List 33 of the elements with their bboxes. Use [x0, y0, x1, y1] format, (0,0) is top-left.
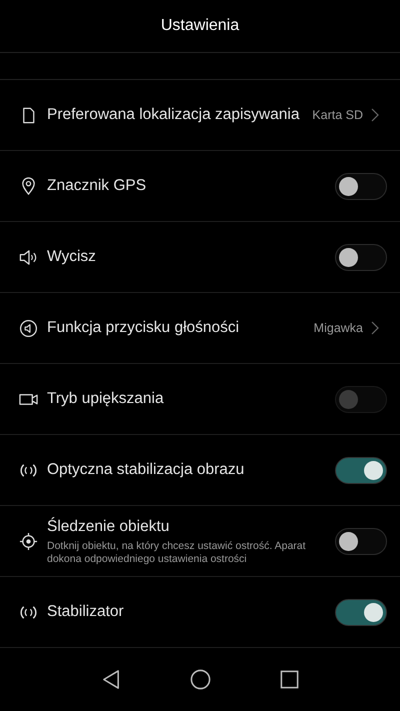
toggle-switch[interactable] — [335, 456, 387, 484]
settings-row[interactable]: Stabilizator — [0, 577, 400, 648]
chevron-right-icon — [371, 321, 379, 335]
settings-row[interactable]: Śledzenie obiektu Dotknij obiektu, na który chcesz ustawić ostrość. Aparat dokona odpowiedniego ustawienia ostrości — [0, 506, 400, 577]
speaker-icon — [19, 248, 38, 266]
settings-row[interactable]: Funkcja przycisku głośności Migawka — [0, 293, 400, 364]
setting-description: Dotknij obiektu, na który chcesz ustawić ostrość. Aparat dokona odpowiedniego ustawienia ostrości — [47, 540, 307, 566]
settings-row[interactable]: Znacznik GPS — [0, 151, 400, 222]
recent-apps-icon[interactable] — [278, 669, 300, 690]
setting-value: Migawka — [314, 321, 363, 335]
volume-icon — [19, 318, 38, 338]
setting-label: Śledzenie obiektu — [47, 516, 170, 536]
setting-label: Preferowana lokalizacja zapisywania — [47, 105, 300, 125]
chevron-right-icon — [371, 108, 379, 122]
screen-title: Ustawienia — [160, 17, 240, 35]
setting-label: Funkcja przycisku głośności — [47, 318, 240, 338]
location-pin-icon — [19, 176, 38, 196]
settings-row[interactable]: Preferowana lokalizacja zapisywania Karta SD — [0, 80, 400, 151]
back-icon[interactable] — [100, 669, 122, 690]
setting-label: Znacznik GPS — [47, 176, 148, 196]
toggle-switch[interactable] — [335, 244, 387, 270]
target-icon — [19, 532, 38, 550]
setting-label: Stabilizator — [47, 602, 125, 622]
setting-value: Karta SD — [312, 108, 363, 122]
toggle-switch[interactable] — [335, 172, 387, 200]
settings-row[interactable]: Wycisz — [0, 222, 400, 293]
home-icon[interactable] — [190, 669, 210, 690]
settings-row[interactable]: Optyczna stabilizacja obrazu — [0, 435, 400, 506]
setting-label: Optyczna stabilizacja obrazu — [47, 460, 246, 480]
setting-label: Tryb upiększania — [47, 389, 165, 409]
setting-label: Wycisz — [47, 247, 97, 267]
toggle-switch[interactable] — [335, 528, 387, 554]
toggle-switch[interactable] — [335, 598, 387, 626]
